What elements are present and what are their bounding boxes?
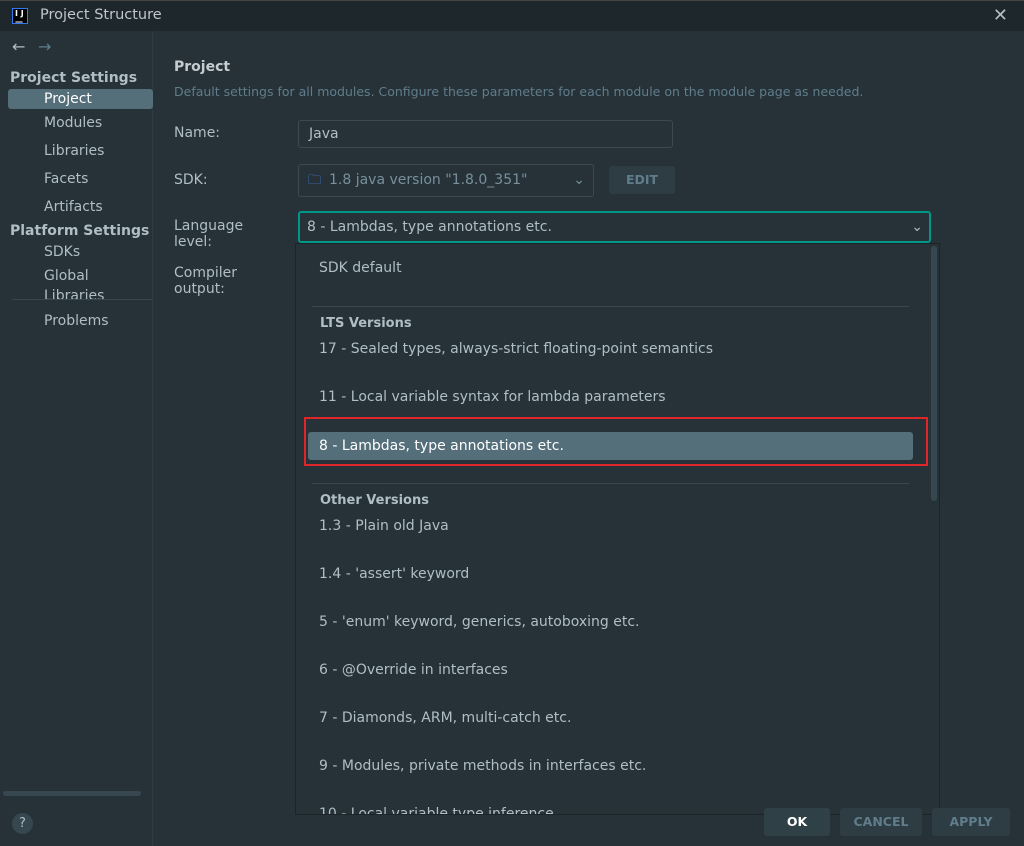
section-project-settings: Project Settings xyxy=(10,70,138,86)
sidebar-item-modules[interactable]: Modules xyxy=(8,113,153,133)
sdk-folder-icon: 🗀 xyxy=(308,173,322,188)
language-level-label: Language level: xyxy=(174,218,244,250)
back-arrow-icon[interactable]: ← xyxy=(12,37,25,56)
apply-button[interactable]: APPLY xyxy=(932,808,1010,836)
option-10[interactable]: 10 - Local variable type inference xyxy=(319,806,554,814)
sidebar: ← → Project Settings Project Modules Lib… xyxy=(0,31,153,846)
page-description: Default settings for all modules. Config… xyxy=(174,84,864,99)
language-level-value: 8 - Lambdas, type annotations etc. xyxy=(307,219,552,235)
sdk-label: SDK: xyxy=(174,172,208,188)
sidebar-item-problems[interactable]: Problems xyxy=(8,311,153,331)
close-icon[interactable]: ✕ xyxy=(993,5,1008,26)
name-input[interactable]: Java xyxy=(298,120,673,148)
forward-arrow-icon[interactable]: → xyxy=(38,37,51,56)
title-bar: I J — Project Structure ✕ xyxy=(0,0,1024,31)
help-icon[interactable]: ? xyxy=(12,813,33,834)
page-title: Project xyxy=(174,59,231,75)
cancel-button[interactable]: CANCEL xyxy=(840,808,922,836)
sidebar-item-facets[interactable]: Facets xyxy=(8,169,153,189)
group-other-versions: Other Versions xyxy=(320,493,429,508)
ok-button[interactable]: OK xyxy=(764,808,830,836)
sidebar-item-project[interactable]: Project xyxy=(8,89,153,109)
divider xyxy=(312,483,909,484)
chevron-down-icon: ⌄ xyxy=(573,172,585,188)
option-1-4[interactable]: 1.4 - 'assert' keyword xyxy=(319,566,469,582)
sidebar-item-sdks[interactable]: SDKs xyxy=(8,242,153,262)
window-title: Project Structure xyxy=(40,7,162,23)
sdk-select[interactable]: 🗀 1.8 java version "1.8.0_351" ⌄ xyxy=(298,164,594,197)
sdk-value: 1.8 java version "1.8.0_351" xyxy=(329,172,528,188)
chevron-down-icon: ⌄ xyxy=(911,219,923,235)
name-label: Name: xyxy=(174,125,221,141)
option-sdk-default[interactable]: SDK default xyxy=(319,260,402,276)
option-7[interactable]: 7 - Diamonds, ARM, multi-catch etc. xyxy=(319,710,571,726)
highlight-box xyxy=(304,417,928,466)
sidebar-item-global-libraries[interactable]: Global Libraries xyxy=(8,266,153,304)
intellij-logo-icon: I J — xyxy=(12,8,28,26)
option-1-3[interactable]: 1.3 - Plain old Java xyxy=(319,518,449,534)
option-5[interactable]: 5 - 'enum' keyword, generics, autoboxing… xyxy=(319,614,640,630)
edit-button[interactable]: EDIT xyxy=(609,166,675,194)
option-11[interactable]: 11 - Local variable syntax for lambda pa… xyxy=(319,389,666,405)
dropdown-scrollbar[interactable] xyxy=(931,246,937,501)
option-6[interactable]: 6 - @Override in interfaces xyxy=(319,662,508,678)
option-9[interactable]: 9 - Modules, private methods in interfac… xyxy=(319,758,646,774)
sidebar-item-artifacts[interactable]: Artifacts xyxy=(8,197,153,217)
language-level-dropdown: SDK default LTS Versions 17 - Sealed typ… xyxy=(295,243,940,815)
sidebar-item-libraries[interactable]: Libraries xyxy=(8,141,153,161)
horizontal-scrollbar[interactable] xyxy=(3,791,141,796)
divider xyxy=(312,306,909,307)
option-17[interactable]: 17 - Sealed types, always-strict floatin… xyxy=(319,341,713,357)
language-level-select[interactable]: 8 - Lambdas, type annotations etc. ⌄ xyxy=(298,211,931,243)
group-lts-versions: LTS Versions xyxy=(320,316,412,331)
section-platform-settings: Platform Settings xyxy=(10,223,150,239)
divider xyxy=(12,299,152,300)
compiler-output-label: Compiler output: xyxy=(174,265,238,297)
